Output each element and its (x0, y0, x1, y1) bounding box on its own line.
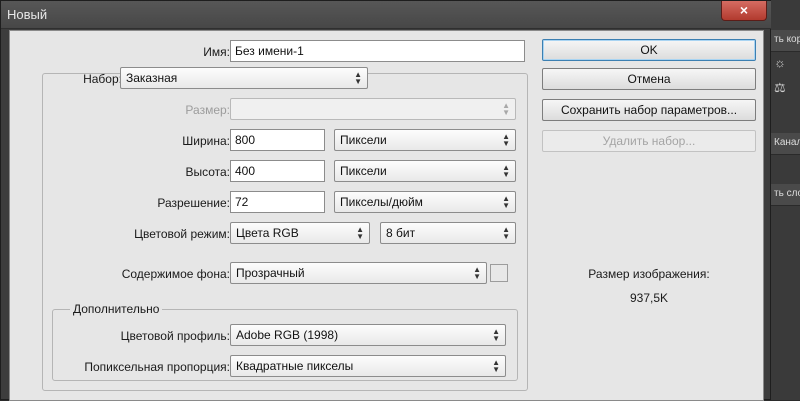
panel-balance-icon: ⚖ (774, 80, 786, 95)
aspect-select[interactable]: Квадратные пикселы ▲ ▼ (230, 355, 506, 377)
dropdown-arrows-icon: ▲ ▼ (492, 358, 500, 374)
panel-sun-icon: ☼ (774, 55, 786, 70)
dropdown-arrows-icon: ▲ ▼ (502, 225, 510, 241)
dropdown-arrows-icon: ▲ ▼ (492, 327, 500, 343)
width-label: Ширина: (182, 134, 230, 148)
background-color-swatch[interactable] (490, 264, 508, 282)
profile-value: Adobe RGB (1998) (236, 328, 339, 342)
bit-depth-value: 8 бит (386, 226, 416, 240)
dropdown-arrows-icon: ▲ ▼ (502, 101, 510, 117)
image-size-value: 937,5K (629, 291, 669, 305)
background-label: Содержимое фона: (121, 267, 230, 281)
height-label: Высота: (185, 165, 230, 179)
panel-tab-label: ть кор (770, 30, 800, 52)
profile-label: Цветовой профиль: (120, 329, 230, 343)
new-document-dialog: Новый × Имя: Без имени-1 Набор: Заказная… (0, 0, 771, 401)
size-label: Размер: (185, 103, 230, 117)
height-input[interactable]: 400 (230, 160, 325, 182)
dropdown-arrows-icon: ▲ ▼ (502, 163, 510, 179)
dialog-body: Имя: Без имени-1 Набор: Заказная ▲ ▼ Разм… (9, 30, 764, 401)
panel-channels-tab: Канал (770, 133, 800, 155)
dropdown-arrows-icon: ▲ ▼ (502, 132, 510, 148)
bit-depth-select[interactable]: 8 бит ▲ ▼ (380, 222, 516, 244)
cancel-button[interactable]: Отмена (542, 68, 756, 90)
preset-label: Набор: (83, 72, 122, 86)
name-label: Имя: (203, 45, 230, 59)
color-mode-label: Цветовой режим: (134, 227, 230, 241)
delete-preset-button[interactable]: Удалить набор... (542, 130, 756, 152)
dropdown-arrows-icon: ▲ ▼ (473, 265, 481, 281)
panel-layers-tab: ть сло (770, 184, 800, 206)
title-bar: Новый × (1, 1, 771, 29)
aspect-label: Попиксельная пропорция: (84, 360, 230, 374)
close-icon: × (739, 2, 749, 18)
ok-button[interactable]: OK (542, 39, 756, 61)
dropdown-arrows-icon: ▲ ▼ (356, 225, 364, 241)
width-unit-value: Пиксели (340, 133, 387, 147)
dialog-title: Новый (7, 7, 48, 22)
resolution-unit-value: Пикселы/дюйм (340, 195, 423, 209)
resolution-label: Разрешение: (157, 196, 230, 210)
preset-value: Заказная (126, 71, 178, 85)
advanced-title: Дополнительно (70, 302, 163, 316)
dropdown-arrows-icon: ▲ ▼ (502, 194, 510, 210)
width-unit-select[interactable]: Пиксели ▲ ▼ (334, 129, 516, 151)
size-select[interactable]: ▲ ▼ (230, 98, 516, 120)
background-app-panel: ть кор ☼ ⚖ Канал ть сло (770, 0, 800, 400)
resolution-unit-select[interactable]: Пикселы/дюйм ▲ ▼ (334, 191, 516, 213)
width-input[interactable]: 800 (230, 129, 325, 151)
height-unit-select[interactable]: Пиксели ▲ ▼ (334, 160, 516, 182)
name-input[interactable]: Без имени-1 (230, 40, 525, 62)
background-select[interactable]: Прозрачный ▲ ▼ (230, 262, 487, 284)
profile-select[interactable]: Adobe RGB (1998) ▲ ▼ (230, 324, 506, 346)
color-mode-value: Цвета RGB (236, 226, 299, 240)
dropdown-arrows-icon: ▲ ▼ (354, 70, 362, 86)
height-unit-value: Пиксели (340, 164, 387, 178)
resolution-input[interactable]: 72 (230, 191, 325, 213)
close-button[interactable]: × (721, 1, 767, 21)
background-value: Прозрачный (236, 266, 305, 280)
image-size-label: Размер изображения: (588, 267, 710, 281)
preset-select[interactable]: Заказная ▲ ▼ (120, 67, 368, 89)
color-mode-select[interactable]: Цвета RGB ▲ ▼ (230, 222, 370, 244)
aspect-value: Квадратные пикселы (236, 359, 354, 373)
save-preset-button[interactable]: Сохранить набор параметров... (542, 99, 756, 121)
